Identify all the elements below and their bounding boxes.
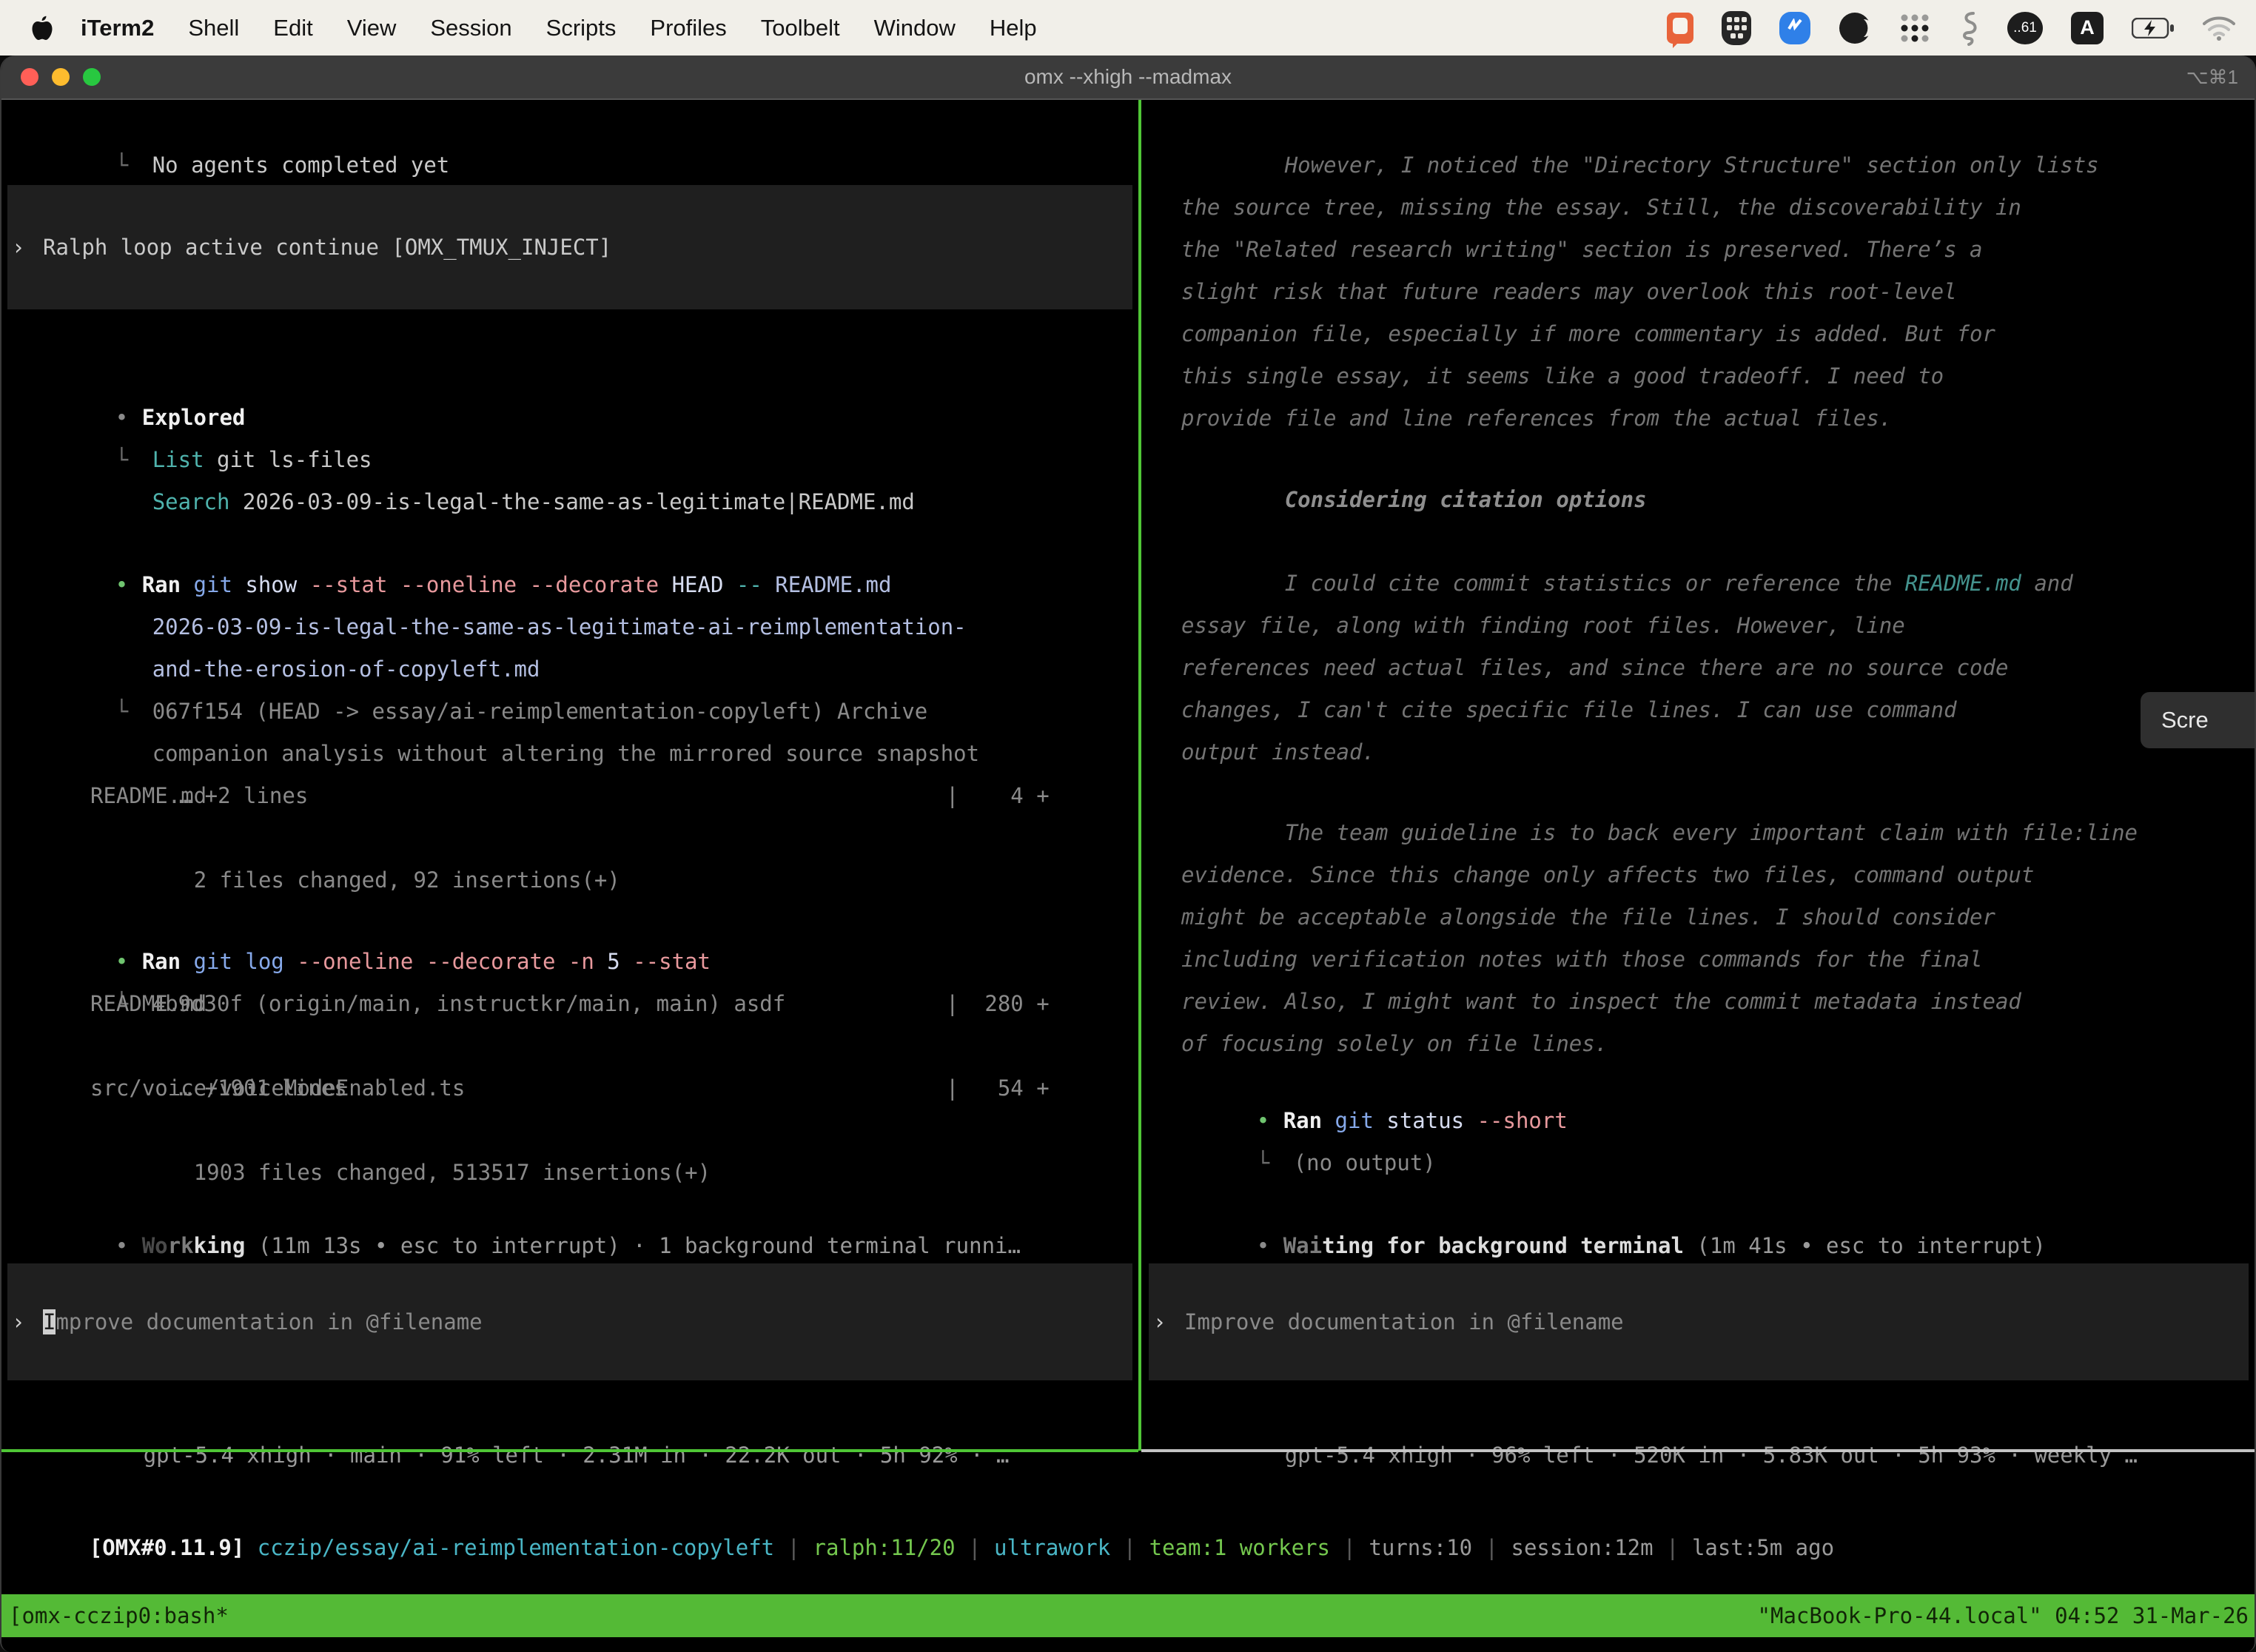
diffstat-summary: 1903 files changed, 513517 insertions(+) bbox=[1, 1109, 1138, 1152]
tmux-session-name: [omx-cczip0:bash* bbox=[1, 1603, 229, 1628]
tree-connector: └ bbox=[115, 144, 152, 187]
omx-status-bar: [OMX#0.11.9] cczip/essay/ai-reimplementa… bbox=[1, 1485, 2255, 1527]
chat-app-icon[interactable] bbox=[1667, 13, 1693, 44]
agents-completed-line: └No agents completed yet bbox=[1, 102, 1138, 144]
commit-path-line-1: 2026-03-09-is-legal-the-same-as-legitima… bbox=[1, 564, 1138, 606]
keypad-shield-icon[interactable] bbox=[1722, 11, 1751, 45]
omx-mode: ultrawork bbox=[994, 1535, 1110, 1560]
separator: | bbox=[1124, 1535, 1136, 1560]
window-title: omx --xhigh --madmax bbox=[1, 65, 2255, 89]
explored-list-line: └List git ls-files bbox=[1, 397, 1138, 439]
reasoning-paragraph-1: However, I noticed the "Directory Struct… bbox=[1143, 102, 2255, 482]
screen-overlay-button[interactable]: Scre bbox=[2141, 692, 2256, 748]
diffstat-count: | 4 + bbox=[946, 775, 1050, 817]
squiggle-icon[interactable] bbox=[1958, 10, 1979, 46]
tree-connector: └ bbox=[1257, 1142, 1294, 1184]
prompt-placeholder: mprove documentation in @filename bbox=[56, 1309, 482, 1334]
separator: | bbox=[968, 1535, 981, 1560]
diffstat-file: src/voice/voiceModeEnabled.ts bbox=[90, 1067, 465, 1109]
prompt-input-left[interactable]: ›Improve documentation in @filename bbox=[7, 1263, 1132, 1380]
diffstat-summary: 2 files changed, 92 insertions(+) bbox=[1, 817, 1138, 859]
badge-61-icon[interactable]: ..61 bbox=[2007, 12, 2043, 44]
prompt-input-right[interactable]: ›Improve documentation in @filename bbox=[1149, 1263, 2249, 1380]
ran-git-log-command: •Ran git log --oneline --decorate -n 5 -… bbox=[1, 899, 1138, 941]
menu-profiles[interactable]: Profiles bbox=[633, 15, 743, 41]
macos-menu-bar: iTerm2 Shell Edit View Session Scripts P… bbox=[0, 0, 2256, 56]
diffstat-count: | 280 + bbox=[946, 983, 1050, 1025]
separator: | bbox=[1666, 1535, 1679, 1560]
left-pane-bottom-border bbox=[1, 1449, 1138, 1452]
commit-hash-line: └067f154 (HEAD -> essay/ai-reimplementat… bbox=[1, 648, 1138, 691]
prompt-chevron-icon: › bbox=[1149, 1309, 1184, 1334]
working-status-line: •Workking (11m 13s • esc to interrupt) ·… bbox=[1, 1183, 1138, 1225]
commit-path-line-2: and-the-erosion-of-copyleft.md bbox=[1, 606, 1138, 648]
pane-divider[interactable] bbox=[1138, 100, 1141, 1451]
bullet-icon: • bbox=[115, 1225, 142, 1267]
chevron-icon: › bbox=[7, 235, 43, 260]
waiting-status-line: •Waiting for background terminal (1m 41s… bbox=[1143, 1183, 2255, 1225]
more-lines-indicator: … +1901 lines bbox=[1, 1025, 1138, 1067]
text-cursor: I bbox=[43, 1309, 56, 1334]
pacman-icon[interactable] bbox=[1839, 12, 1871, 44]
log-hash-line: └4b9d30f (origin/main, instructkr/main, … bbox=[1, 941, 1138, 983]
key-a-icon[interactable]: A bbox=[2071, 12, 2104, 44]
explored-heading: •Explored bbox=[1, 355, 1138, 397]
diffstat-file: README.md bbox=[90, 983, 207, 1025]
omx-turns: turns:10 bbox=[1369, 1535, 1472, 1560]
omx-ralph-counter: ralph:11/20 bbox=[813, 1535, 956, 1560]
menu-toolbelt[interactable]: Toolbelt bbox=[744, 15, 857, 41]
tmux-host-clock: "MacBook-Pro-44.local" 04:52 31-Mar-26 bbox=[1758, 1603, 2255, 1628]
prompt-placeholder: Improve documentation in @filename bbox=[1184, 1309, 1624, 1334]
menu-session[interactable]: Session bbox=[413, 15, 528, 41]
omx-session-time: session:12m bbox=[1511, 1535, 1654, 1560]
model-status-line-left: gpt-5.4 xhigh · main · 91% left · 2.31M … bbox=[1, 1392, 1138, 1434]
menu-scripts[interactable]: Scripts bbox=[529, 15, 634, 41]
omx-last-activity: last:5m ago bbox=[1692, 1535, 1834, 1560]
right-pane-bottom-border bbox=[1141, 1449, 2255, 1452]
ralph-inject-box: ›Ralph loop active continue [OMX_TMUX_IN… bbox=[7, 185, 1132, 309]
prompt-chevron-icon: › bbox=[7, 1309, 43, 1334]
reasoning-paragraph-3: The team guideline is to back every impo… bbox=[1143, 770, 2255, 1107]
commit-message-continuation: companion analysis without altering the … bbox=[1, 691, 1138, 733]
iterm-window: omx --xhigh --madmax ⌥⌘1 └No agents comp… bbox=[0, 56, 2256, 1652]
window-title-bar[interactable]: omx --xhigh --madmax ⌥⌘1 bbox=[1, 56, 2255, 98]
menu-view[interactable]: View bbox=[330, 15, 414, 41]
no-output-line: └(no output) bbox=[1143, 1100, 2255, 1142]
battery-icon[interactable] bbox=[2132, 18, 2175, 38]
tree-connector bbox=[115, 481, 152, 523]
more-lines-indicator: … +2 lines bbox=[1, 733, 1138, 775]
diffstat-count: | 54 + bbox=[946, 1067, 1050, 1109]
menu-status-icons: ..61 A bbox=[1667, 10, 2256, 46]
menu-edit[interactable]: Edit bbox=[256, 15, 329, 41]
diffstat-row: src/voice/voiceModeEnabled.ts | 54 + bbox=[1, 1067, 1138, 1109]
omx-version: [OMX#0.11.9] bbox=[90, 1535, 245, 1560]
apple-logo-icon[interactable] bbox=[31, 15, 53, 41]
wifi-icon[interactable] bbox=[2203, 16, 2235, 41]
explored-search-line: Search 2026-03-09-is-legal-the-same-as-l… bbox=[1, 439, 1138, 481]
menu-window[interactable]: Window bbox=[857, 15, 973, 41]
diffstat-file: README.md bbox=[90, 775, 207, 817]
ran-git-show-command: •Ran git show --stat --oneline --decorat… bbox=[1, 522, 1138, 564]
diffstat-row: README.md | 4 + bbox=[1, 775, 1138, 817]
menu-shell[interactable]: Shell bbox=[171, 15, 256, 41]
omx-branch-path: cczip/essay/ai-reimplementation-copyleft bbox=[258, 1535, 774, 1560]
model-status-line-right: gpt-5.4 xhigh · 96% left · 520K in · 5.8… bbox=[1143, 1392, 2255, 1434]
tmux-status-bar[interactable]: [omx-cczip0:bash* "MacBook-Pro-44.local"… bbox=[1, 1594, 2255, 1637]
menu-help[interactable]: Help bbox=[973, 15, 1054, 41]
dots-grid-icon[interactable] bbox=[1899, 13, 1930, 44]
separator: | bbox=[1343, 1535, 1355, 1560]
sync-bolt-icon[interactable] bbox=[1779, 12, 1810, 44]
bullet-icon: • bbox=[1257, 1225, 1283, 1267]
window-shortcut-badge: ⌥⌘1 bbox=[2186, 66, 2255, 89]
omx-team: team:1 workers bbox=[1149, 1535, 1330, 1560]
separator: | bbox=[1485, 1535, 1498, 1560]
readme-file-reference: README.md bbox=[1905, 571, 2021, 596]
separator: | bbox=[788, 1535, 800, 1560]
terminal-area: └No agents completed yet ›Ralph loop act… bbox=[1, 98, 2255, 1652]
menu-iterm2[interactable]: iTerm2 bbox=[64, 15, 171, 41]
diffstat-row: README.md | 280 + bbox=[1, 983, 1138, 1025]
ran-git-status-command: •Ran git status --short bbox=[1143, 1058, 2255, 1100]
